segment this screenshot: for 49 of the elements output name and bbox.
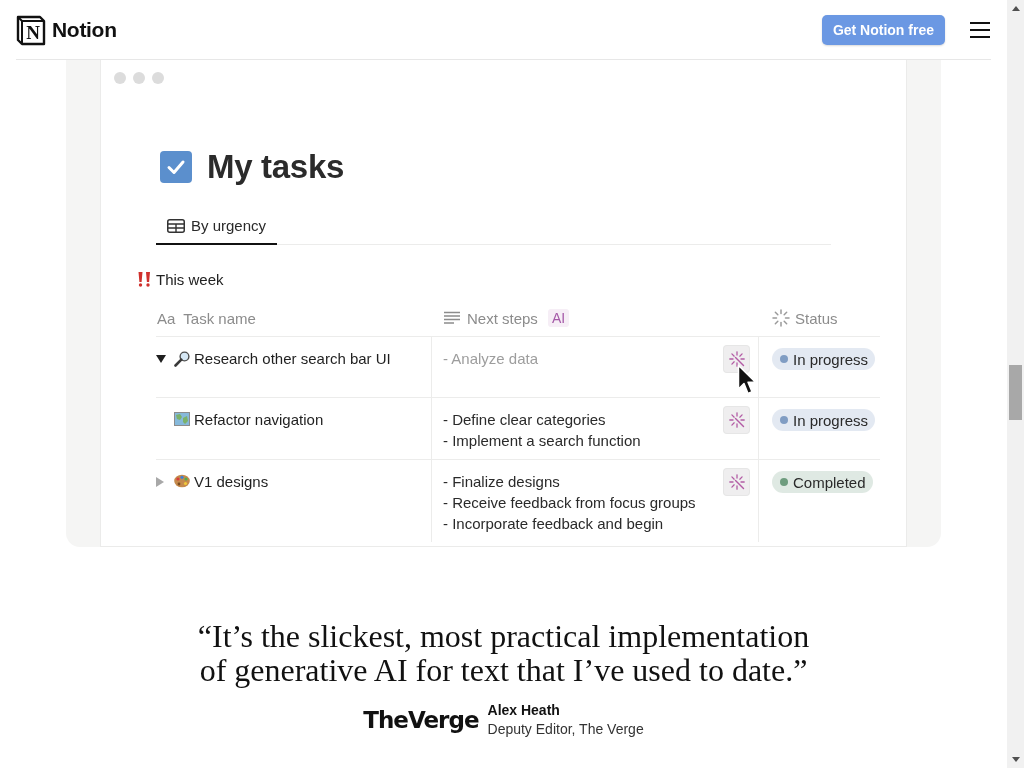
sparkle-icon [728,474,745,490]
logo-icon[interactable]: N [16,13,46,46]
double-exclamation-icon [138,271,151,287]
next-step-item: - Receive feedback from focus groups [443,493,696,513]
menu-icon[interactable] [970,21,990,38]
author-name: Alex Heath [487,701,561,720]
view-tab[interactable]: By urgency [156,212,278,245]
caret-down-icon[interactable] [156,354,166,363]
text-lines-icon [443,311,461,325]
status-tag[interactable]: In progress [772,409,876,431]
scrollbar-thumb[interactable] [1009,365,1022,420]
checkbox-icon [160,151,192,183]
task-name[interactable]: Research other search bar UI [194,348,391,369]
property-type-glyph: Aa [157,309,176,327]
next-step-item: - Implement a search function [443,431,641,451]
magnifier-icon [174,351,190,367]
status-tag[interactable]: Completed [772,471,873,493]
next-step-item: - Define clear categories [443,410,607,430]
scroll-up-icon[interactable] [1011,6,1020,11]
status-label: In progress [793,411,869,429]
palette-icon [174,474,190,488]
ai-tag: AI [547,309,570,327]
column-header[interactable]: Task name [183,309,256,327]
page-title: My tasks [207,151,344,183]
task-name[interactable]: Refactor navigation [194,409,324,430]
ai-fill-button[interactable] [724,407,749,433]
status-label: In progress [793,350,869,368]
task-name[interactable]: V1 designs [194,471,269,492]
caret-right-icon[interactable] [156,476,164,487]
spinner-icon [772,309,790,327]
next-step-item: - Analyze data [443,349,539,369]
window-dots-icon [114,72,164,84]
table-icon [167,219,185,233]
next-step-item: - Finalize designs [443,472,561,492]
scroll-down-icon[interactable] [1011,757,1020,762]
status-label: Completed [793,473,866,491]
ai-fill-button[interactable] [724,469,749,495]
status-tag[interactable]: In progress [772,348,876,370]
publication-logo: TheVerge [363,707,479,733]
author-role: Deputy Editor, The Verge [487,720,644,739]
map-icon [174,412,190,426]
sparkle-icon [728,351,745,367]
brand-name[interactable]: Notion [52,17,117,42]
scrollbar[interactable] [1007,0,1024,768]
quote-text: “It’s the slickest, most practical implementation of generative AI for text that I’ve used to date.” [196,619,811,687]
next-step-item: - Incorporate feedback and begin [443,514,665,534]
group-label: This week [156,270,224,288]
ai-fill-button[interactable] [724,346,749,372]
sparkle-icon [728,412,745,428]
